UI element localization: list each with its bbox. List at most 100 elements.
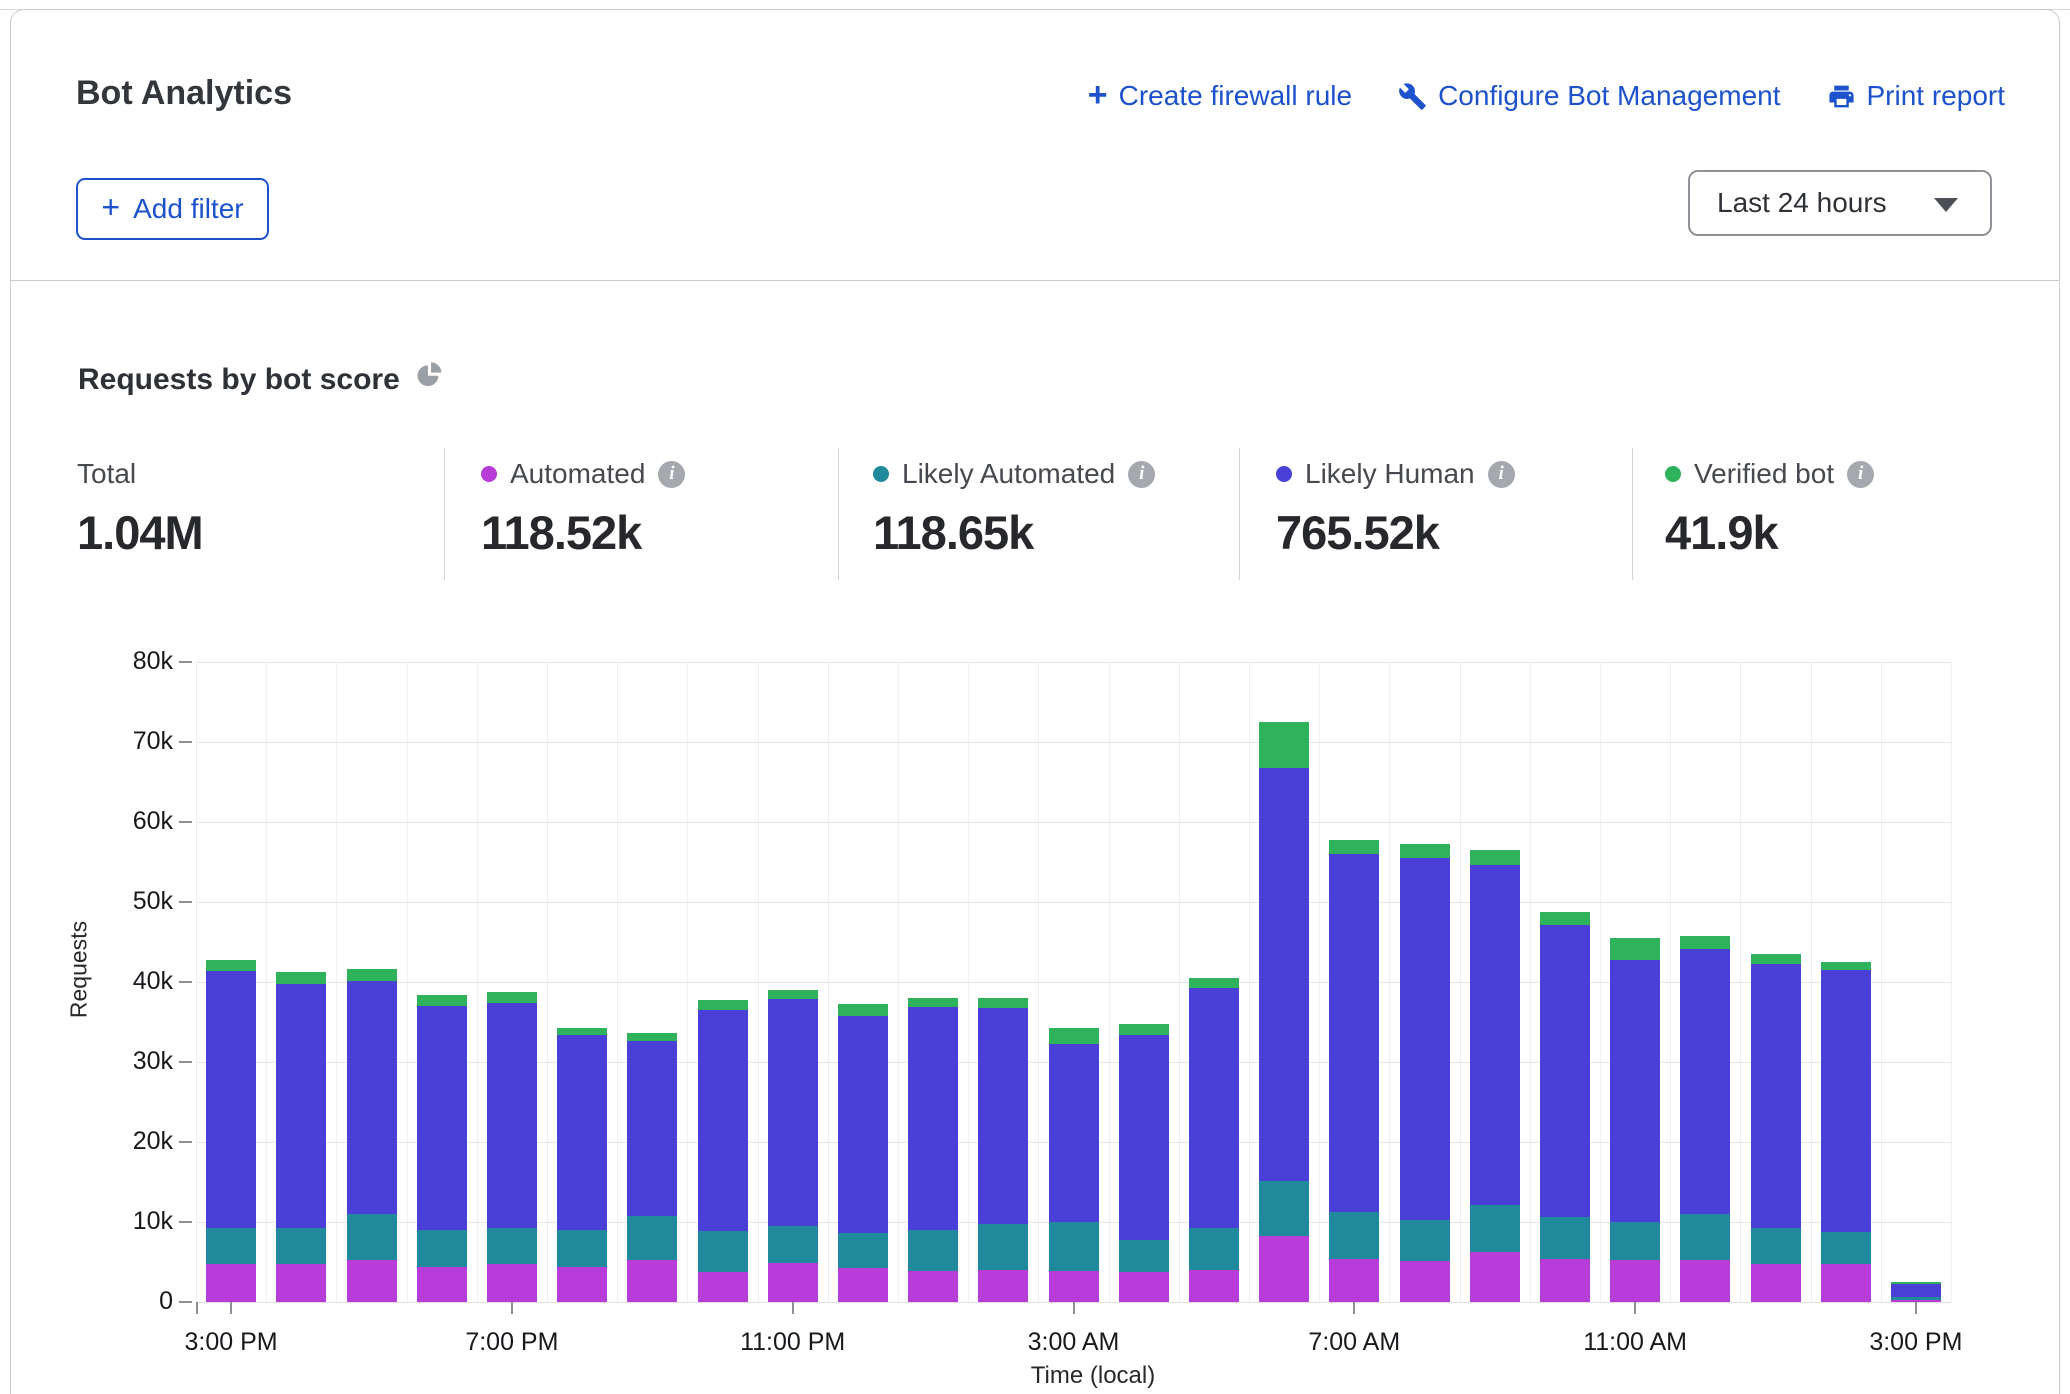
x-axis-tick bbox=[1073, 1302, 1075, 1314]
bar-900am[interactable] bbox=[1470, 850, 1520, 1302]
info-icon[interactable]: i bbox=[1128, 461, 1155, 488]
print-report-link[interactable]: Print report bbox=[1827, 80, 2006, 112]
x-axis-tick bbox=[511, 1302, 513, 1314]
bar-700am[interactable] bbox=[1329, 840, 1379, 1302]
bar-1200pm[interactable] bbox=[1680, 936, 1730, 1302]
bar-1100am[interactable] bbox=[1610, 938, 1660, 1302]
y-axis-tick bbox=[179, 1141, 192, 1143]
bar-segment-likely-human bbox=[1891, 1284, 1941, 1298]
bar-200am[interactable] bbox=[978, 998, 1028, 1302]
bar-segment-automated bbox=[908, 1271, 958, 1302]
bar-segment-likely-automated bbox=[487, 1228, 537, 1265]
section-title: Requests by bot score bbox=[78, 362, 443, 397]
bar-1200am[interactable] bbox=[838, 1004, 888, 1302]
bar-segment-likely-automated bbox=[978, 1224, 1028, 1270]
v-gridline bbox=[266, 662, 267, 1302]
bar-1000pm[interactable] bbox=[698, 1000, 748, 1302]
bar-segment-likely-automated bbox=[838, 1233, 888, 1267]
bar-500am[interactable] bbox=[1189, 978, 1239, 1302]
likely-human-dot bbox=[1276, 466, 1292, 482]
bar-segment-likely-automated bbox=[1189, 1228, 1239, 1270]
plus-icon: + bbox=[1088, 85, 1108, 105]
stat-verified-bot: Verified bot i 41.9k bbox=[1665, 458, 1874, 560]
y-axis-title: Requests bbox=[66, 890, 93, 1050]
bar-800am[interactable] bbox=[1400, 844, 1450, 1302]
v-gridline bbox=[1109, 662, 1110, 1302]
bar-segment-verified-bot bbox=[1259, 722, 1309, 768]
bar-200pm[interactable] bbox=[1821, 962, 1871, 1302]
x-axis-title: Time (local) bbox=[993, 1362, 1193, 1390]
bar-segment-likely-automated bbox=[1400, 1220, 1450, 1261]
bar-400pm[interactable] bbox=[276, 972, 326, 1302]
bar-segment-likely-human bbox=[908, 1007, 958, 1230]
y-tick-label: 40k bbox=[73, 967, 173, 996]
bar-500pm[interactable] bbox=[347, 969, 397, 1302]
bar-segment-automated bbox=[1049, 1271, 1099, 1302]
bar-600pm[interactable] bbox=[417, 995, 467, 1302]
bar-segment-likely-automated bbox=[1049, 1222, 1099, 1271]
info-icon[interactable]: i bbox=[1488, 461, 1515, 488]
x-axis-tick bbox=[1353, 1302, 1355, 1314]
bar-300pm[interactable] bbox=[206, 960, 256, 1302]
v-gridline bbox=[477, 662, 478, 1302]
stat-label: Automated bbox=[510, 458, 645, 490]
info-icon[interactable]: i bbox=[1847, 461, 1874, 488]
v-gridline bbox=[1389, 662, 1390, 1302]
bar-800pm[interactable] bbox=[557, 1028, 607, 1302]
x-tick-label: 7:00 PM bbox=[422, 1328, 602, 1357]
bar-1000am[interactable] bbox=[1540, 912, 1590, 1302]
y-tick-label: 10k bbox=[73, 1207, 173, 1236]
stat-total: Total 1.04M bbox=[77, 458, 203, 560]
bar-segment-verified-bot bbox=[417, 995, 467, 1006]
stat-value: 1.04M bbox=[77, 505, 203, 560]
x-tick-label: 11:00 AM bbox=[1545, 1328, 1725, 1357]
create-firewall-rule-link[interactable]: +Create firewall rule bbox=[1088, 80, 1352, 112]
v-gridline bbox=[1530, 662, 1531, 1302]
bar-900pm[interactable] bbox=[627, 1033, 677, 1302]
bar-segment-verified-bot bbox=[1821, 962, 1871, 970]
bar-segment-likely-human bbox=[487, 1003, 537, 1228]
bot-analytics-page: Bot Analytics +Create firewall ruleConfi… bbox=[0, 0, 2070, 1394]
bar-segment-likely-human bbox=[768, 999, 818, 1226]
bar-segment-automated bbox=[1680, 1260, 1730, 1302]
bar-segment-likely-automated bbox=[1610, 1222, 1660, 1260]
verified-bot-dot bbox=[1665, 466, 1681, 482]
action-label: Print report bbox=[1867, 80, 2006, 112]
bar-100am[interactable] bbox=[908, 998, 958, 1302]
bar-segment-verified-bot bbox=[908, 998, 958, 1007]
x-tick-label: 3:00 PM bbox=[141, 1328, 321, 1357]
y-tick-label: 0 bbox=[73, 1287, 173, 1316]
bar-100pm[interactable] bbox=[1751, 954, 1801, 1302]
bar-segment-verified-bot bbox=[206, 960, 256, 971]
x-axis-tick bbox=[1915, 1302, 1917, 1314]
bar-segment-likely-human bbox=[1329, 854, 1379, 1212]
bar-segment-likely-automated bbox=[698, 1231, 748, 1273]
bar-400am[interactable] bbox=[1119, 1024, 1169, 1302]
bar-segment-automated bbox=[698, 1272, 748, 1302]
bar-300pm[interactable] bbox=[1891, 1282, 1941, 1302]
bar-segment-automated bbox=[1189, 1270, 1239, 1302]
bar-600am[interactable] bbox=[1259, 722, 1309, 1302]
configure-bot-management-link[interactable]: Configure Bot Management bbox=[1398, 80, 1780, 112]
h-gridline bbox=[196, 742, 1951, 743]
bar-segment-verified-bot bbox=[1400, 844, 1450, 858]
x-tick-label: 7:00 AM bbox=[1264, 1328, 1444, 1357]
stat-label: Total bbox=[77, 458, 136, 490]
v-gridline bbox=[1038, 662, 1039, 1302]
bar-segment-likely-human bbox=[1049, 1044, 1099, 1222]
add-filter-button[interactable]: + Add filter bbox=[76, 178, 269, 240]
bar-segment-automated bbox=[1259, 1236, 1309, 1302]
bar-700pm[interactable] bbox=[487, 992, 537, 1302]
bar-segment-automated bbox=[347, 1260, 397, 1302]
stat-divider bbox=[444, 448, 445, 580]
info-icon[interactable]: i bbox=[658, 461, 685, 488]
time-range-dropdown[interactable]: Last 24 hours bbox=[1688, 170, 1992, 236]
h-gridline bbox=[196, 822, 1951, 823]
bar-segment-verified-bot bbox=[1540, 912, 1590, 926]
x-tick-label: 3:00 PM bbox=[1826, 1328, 2006, 1357]
bar-segment-automated bbox=[487, 1264, 537, 1302]
bar-300am[interactable] bbox=[1049, 1028, 1099, 1302]
bar-segment-likely-human bbox=[1610, 960, 1660, 1222]
plus-icon: + bbox=[101, 189, 120, 226]
bar-1100pm[interactable] bbox=[768, 990, 818, 1302]
